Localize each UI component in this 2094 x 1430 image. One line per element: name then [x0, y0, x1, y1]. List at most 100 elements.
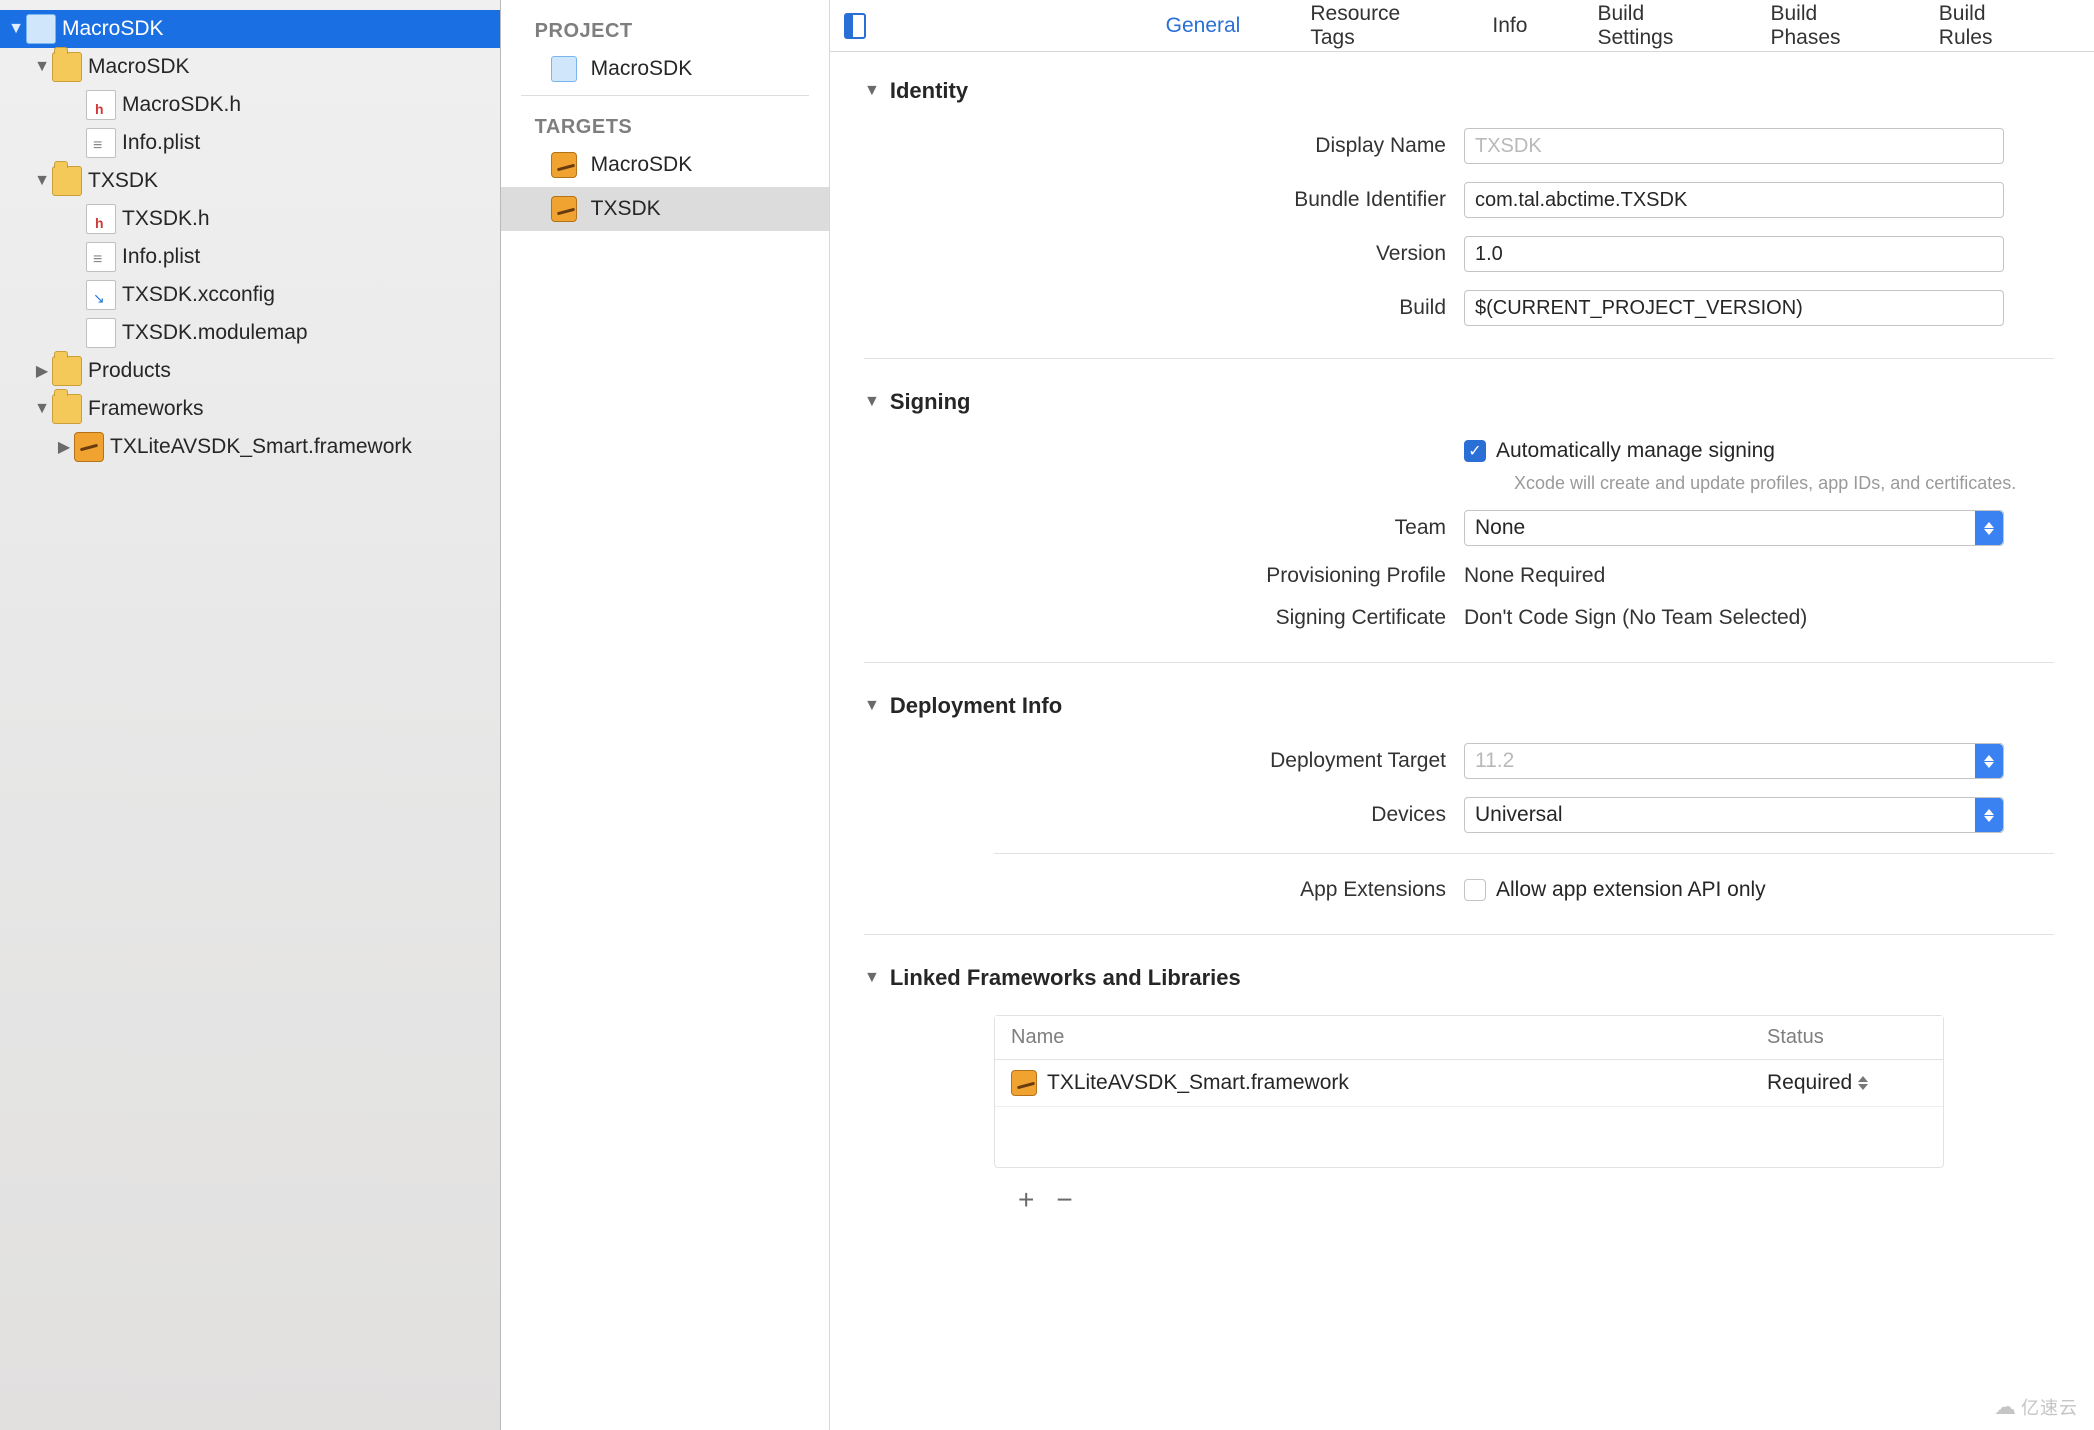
auto-signing-label: Automatically manage signing: [1496, 439, 1775, 463]
project-row[interactable]: MacroSDK: [501, 47, 829, 91]
nav-label: MacroSDK: [88, 55, 190, 79]
version-input[interactable]: [1464, 236, 2004, 272]
target-name: TXSDK: [591, 197, 661, 221]
tab-build-phases[interactable]: Build Phases: [1770, 2, 1868, 50]
disclosure-triangle-icon[interactable]: ▼: [32, 172, 52, 190]
deploy-target-value: 11.2: [1475, 749, 1514, 773]
section-signing[interactable]: ▼ Signing: [864, 389, 2054, 415]
target-icon: [551, 152, 577, 178]
nav-file[interactable]: TXSDK.modulemap: [0, 314, 500, 352]
divider: [994, 853, 2054, 854]
app-ext-check-label: Allow app extension API only: [1496, 878, 1766, 902]
section-identity[interactable]: ▼ Identity: [864, 78, 2054, 104]
tab-info[interactable]: Info: [1492, 14, 1527, 38]
chevron-down-icon: ▼: [864, 82, 880, 100]
folder-icon: [52, 394, 82, 424]
nav-file-framework[interactable]: ▶ TXLiteAVSDK_Smart.framework: [0, 428, 500, 466]
xcconfig-file-icon: [86, 280, 116, 310]
framework-name: TXLiteAVSDK_Smart.framework: [1047, 1071, 1767, 1095]
section-linked[interactable]: ▼ Linked Frameworks and Libraries: [864, 965, 2054, 991]
display-name-input[interactable]: [1464, 128, 2004, 164]
remove-framework-button[interactable]: −: [1056, 1184, 1072, 1216]
nav-label: TXSDK.xcconfig: [122, 283, 275, 307]
devices-select[interactable]: Universal: [1464, 797, 2004, 833]
nav-group-frameworks[interactable]: ▼ Frameworks: [0, 390, 500, 428]
nav-label: TXSDK: [88, 169, 158, 193]
team-value: None: [1475, 516, 1525, 540]
nav-label: MacroSDK: [62, 17, 164, 41]
nav-file[interactable]: Info.plist: [0, 124, 500, 162]
col-status: Status: [1767, 1026, 1927, 1049]
divider: [864, 934, 2054, 935]
nav-group-products[interactable]: ▶ Products: [0, 352, 500, 390]
tab-resource-tags[interactable]: Resource Tags: [1310, 2, 1422, 50]
divider: [864, 358, 2054, 359]
section-title: Linked Frameworks and Libraries: [890, 965, 1241, 991]
nav-file[interactable]: MacroSDK.h: [0, 86, 500, 124]
tab-general[interactable]: General: [1166, 14, 1241, 38]
framework-status[interactable]: Required: [1767, 1071, 1852, 1095]
nav-root[interactable]: ▼ MacroSDK: [0, 10, 500, 48]
side-panel-toggle-icon[interactable]: [844, 13, 866, 39]
folder-icon: [52, 356, 82, 386]
watermark: 亿速云: [1994, 1394, 2078, 1420]
nav-label: TXSDK.h: [122, 207, 210, 231]
target-icon: [551, 196, 577, 222]
auto-signing-checkbox[interactable]: ✓: [1464, 440, 1486, 462]
target-row-macrosdk[interactable]: MacroSDK: [501, 143, 829, 187]
nav-group-txsdk[interactable]: ▼ TXSDK: [0, 162, 500, 200]
table-row[interactable]: TXLiteAVSDK_Smart.framework Required: [995, 1060, 1943, 1107]
prov-label: Provisioning Profile: [864, 564, 1464, 588]
divider: [864, 662, 2054, 663]
plist-file-icon: [86, 242, 116, 272]
build-label: Build: [864, 296, 1464, 320]
chevron-down-icon: ▼: [864, 969, 880, 987]
folder-icon: [52, 52, 82, 82]
bundle-id-input[interactable]: [1464, 182, 2004, 218]
linked-table: Name Status TXLiteAVSDK_Smart.framework …: [994, 1015, 1944, 1168]
nav-label: TXLiteAVSDK_Smart.framework: [110, 435, 412, 459]
deploy-target-select[interactable]: 11.2: [1464, 743, 2004, 779]
target-row-txsdk[interactable]: TXSDK: [501, 187, 829, 231]
status-stepper-icon[interactable]: [1858, 1076, 1868, 1090]
build-input[interactable]: [1464, 290, 2004, 326]
team-label: Team: [864, 516, 1464, 540]
nav-label: TXSDK.modulemap: [122, 321, 308, 345]
cert-value: Don't Code Sign (No Team Selected): [1464, 606, 1807, 630]
disclosure-triangle-icon[interactable]: ▶: [54, 437, 74, 457]
version-label: Version: [864, 242, 1464, 266]
deploy-target-label: Deployment Target: [864, 749, 1464, 773]
team-select[interactable]: None: [1464, 510, 2004, 546]
nav-file[interactable]: TXSDK.h: [0, 200, 500, 238]
project-header: PROJECT: [501, 0, 829, 47]
nav-file[interactable]: Info.plist: [0, 238, 500, 276]
section-title: Signing: [890, 389, 971, 415]
disclosure-triangle-icon[interactable]: ▼: [32, 400, 52, 418]
targets-header: TARGETS: [501, 96, 829, 143]
dropdown-arrow-icon: [1975, 511, 2003, 545]
disclosure-triangle-icon[interactable]: ▼: [6, 20, 26, 38]
dropdown-arrow-icon: [1975, 798, 2003, 832]
section-title: Identity: [890, 78, 968, 104]
project-name: MacroSDK: [591, 57, 693, 81]
add-framework-button[interactable]: +: [1018, 1184, 1034, 1216]
disclosure-triangle-icon[interactable]: ▼: [32, 58, 52, 76]
folder-icon: [52, 166, 82, 196]
app-ext-label: App Extensions: [864, 878, 1464, 902]
section-title: Deployment Info: [890, 693, 1062, 719]
chevron-down-icon: ▼: [864, 697, 880, 715]
project-icon: [26, 14, 56, 44]
chevron-down-icon: ▼: [864, 393, 880, 411]
tab-build-settings[interactable]: Build Settings: [1597, 2, 1700, 50]
app-ext-checkbox[interactable]: [1464, 879, 1486, 901]
framework-icon: [1011, 1070, 1037, 1096]
display-name-label: Display Name: [864, 134, 1464, 158]
tab-build-rules[interactable]: Build Rules: [1939, 2, 2024, 50]
disclosure-triangle-icon[interactable]: ▶: [32, 361, 52, 381]
project-navigator: ▼ MacroSDK ▼ MacroSDK MacroSDK.h Info.pl…: [0, 0, 501, 1430]
nav-group-macrosdk[interactable]: ▼ MacroSDK: [0, 48, 500, 86]
header-file-icon: [86, 204, 116, 234]
nav-file[interactable]: TXSDK.xcconfig: [0, 276, 500, 314]
devices-value: Universal: [1475, 803, 1563, 827]
section-deployment[interactable]: ▼ Deployment Info: [864, 693, 2054, 719]
